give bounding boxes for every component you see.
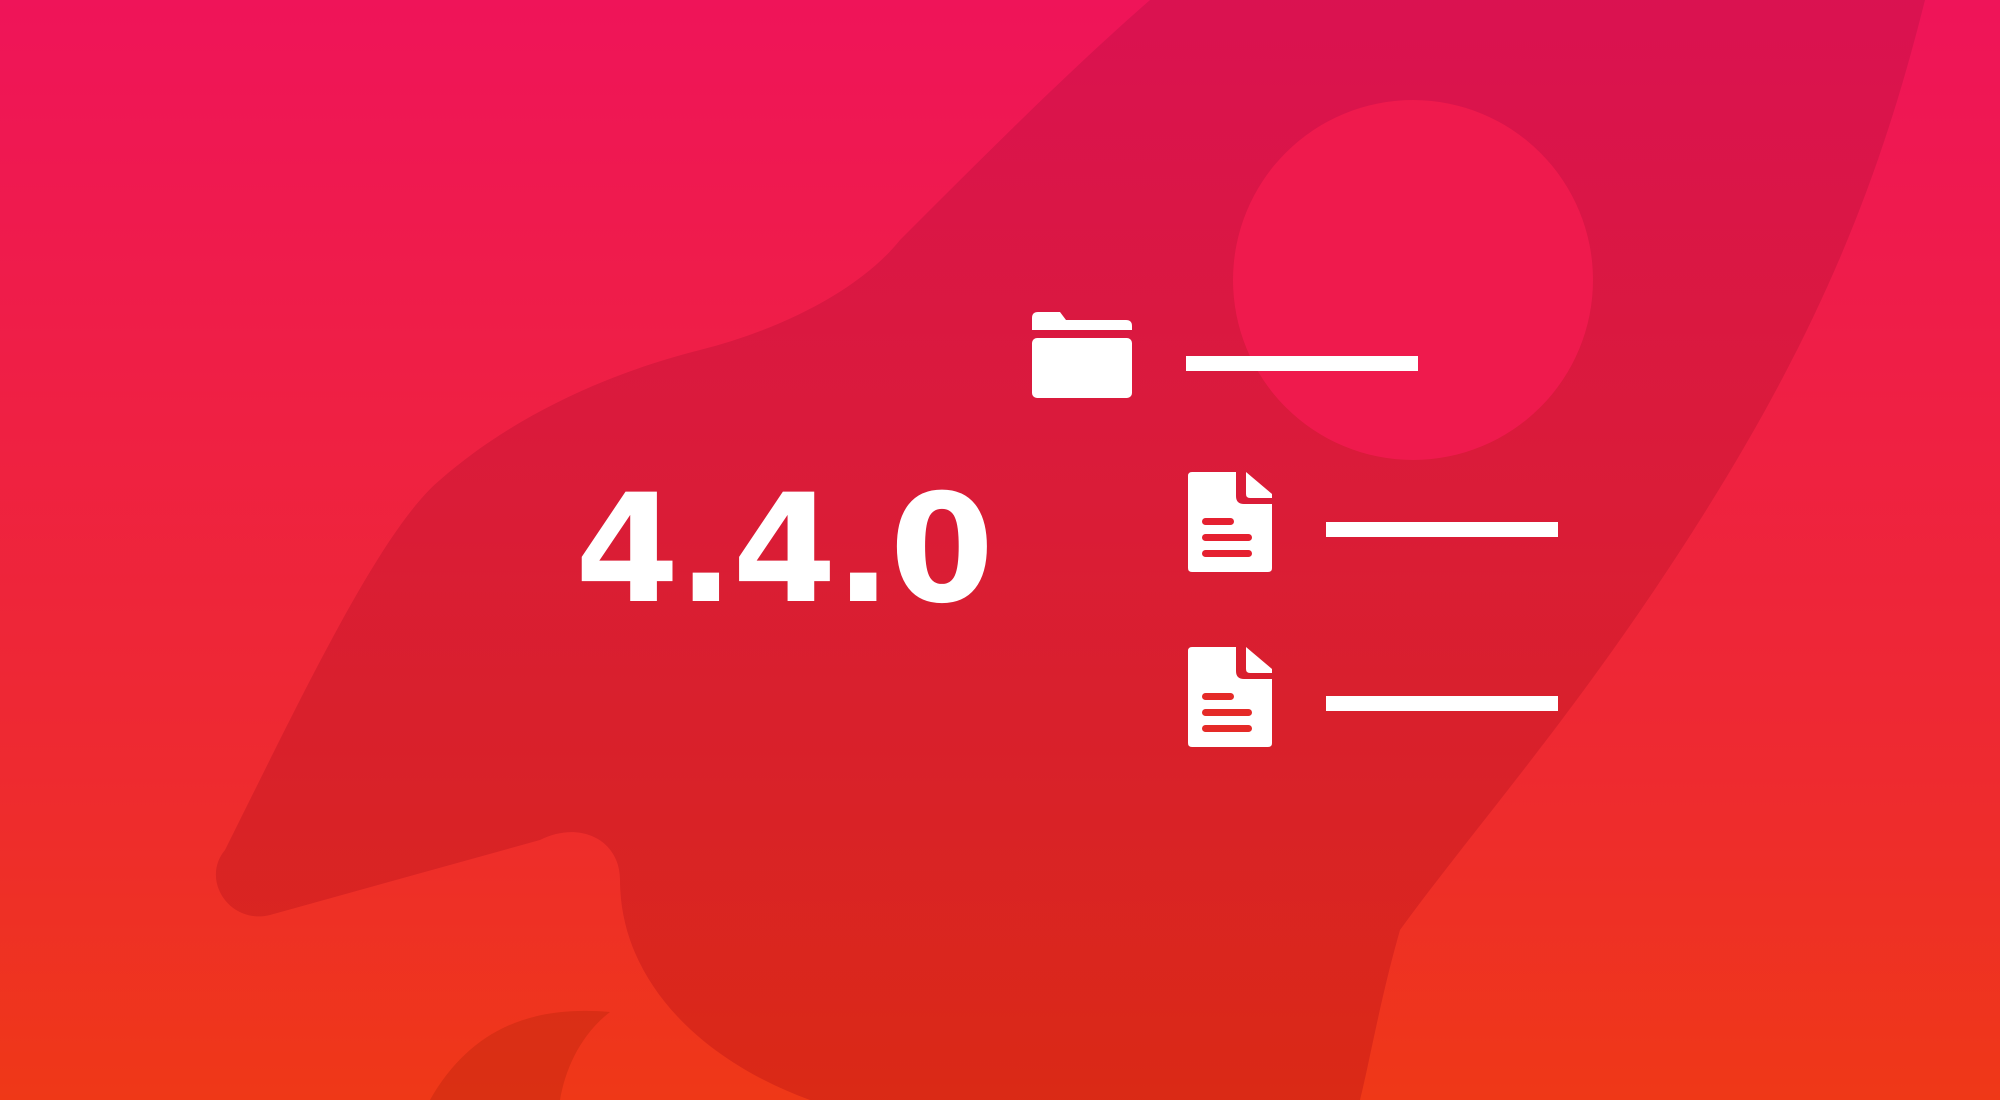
file-icon [1188,472,1272,572]
release-banner: { "banner": { "version": "4.4.0", "color… [0,0,2000,1100]
file-icon [1188,647,1272,747]
folder-icon [1032,312,1132,398]
file-name-placeholder-line [1326,696,1558,711]
folder-name-placeholder-line [1186,356,1418,371]
version-number: 4.4.0 [575,463,994,637]
rocket-window-circle [1233,100,1593,460]
file-name-placeholder-line [1326,522,1558,537]
rocket-flame [430,1010,610,1100]
rocket-silhouette [215,0,1926,1100]
rocket-background-graphic [215,0,1926,1100]
